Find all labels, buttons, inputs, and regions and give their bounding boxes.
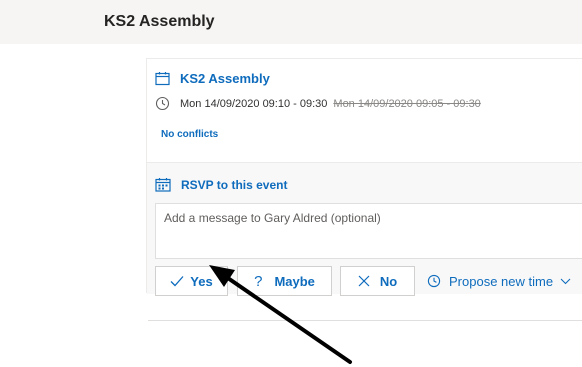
clock-icon	[155, 96, 170, 111]
rsvp-header: RSVP to this event	[155, 177, 287, 192]
section-divider	[148, 320, 582, 321]
rsvp-maybe-button[interactable]: ? Maybe	[237, 266, 332, 296]
clipped-content-strip: ,,,,,,,,,	[120, 40, 580, 46]
rsvp-no-button[interactable]: No	[340, 266, 415, 296]
event-details: KS2 Assembly Mon 14/09/2020 09:10 - 09:3…	[147, 59, 582, 162]
rsvp-message-placeholder: Add a message to Gary Aldred (optional)	[164, 211, 381, 225]
conflicts-link[interactable]: No conflicts	[161, 129, 218, 140]
event-title-row: KS2 Assembly	[155, 71, 270, 86]
close-icon	[358, 275, 370, 287]
header-bar: KS2 Assembly	[0, 0, 582, 44]
propose-new-time-label: Propose new time	[449, 273, 554, 289]
clock-icon	[427, 274, 441, 288]
rsvp-yes-button[interactable]: Yes	[155, 266, 228, 296]
chevron-down-icon	[560, 278, 571, 285]
rsvp-yes-label: Yes	[190, 273, 213, 289]
page-title: KS2 Assembly	[104, 13, 215, 30]
event-card: KS2 Assembly Mon 14/09/2020 09:10 - 09:3…	[146, 58, 582, 296]
rsvp-no-label: No	[379, 273, 398, 289]
checkmark-icon	[170, 275, 184, 287]
event-title[interactable]: KS2 Assembly	[180, 71, 270, 86]
question-mark-icon: ?	[254, 272, 263, 290]
rsvp-label: RSVP to this event	[181, 177, 288, 192]
rsvp-message-input[interactable]: Add a message to Gary Aldred (optional)	[155, 203, 582, 259]
propose-new-time-button[interactable]: Propose new time	[423, 266, 582, 296]
event-time-old: Mon 14/09/2020 09:05 - 09:30	[333, 97, 481, 110]
event-time-row: Mon 14/09/2020 09:10 - 09:30 Mon 14/09/2…	[155, 96, 481, 111]
rsvp-maybe-label: Maybe	[274, 273, 315, 289]
rsvp-panel: RSVP to this event Add a message to Gary…	[147, 162, 582, 296]
calendar-grid-icon	[155, 177, 171, 192]
calendar-icon	[155, 71, 170, 86]
event-time-new: Mon 14/09/2020 09:10 - 09:30	[180, 97, 328, 110]
